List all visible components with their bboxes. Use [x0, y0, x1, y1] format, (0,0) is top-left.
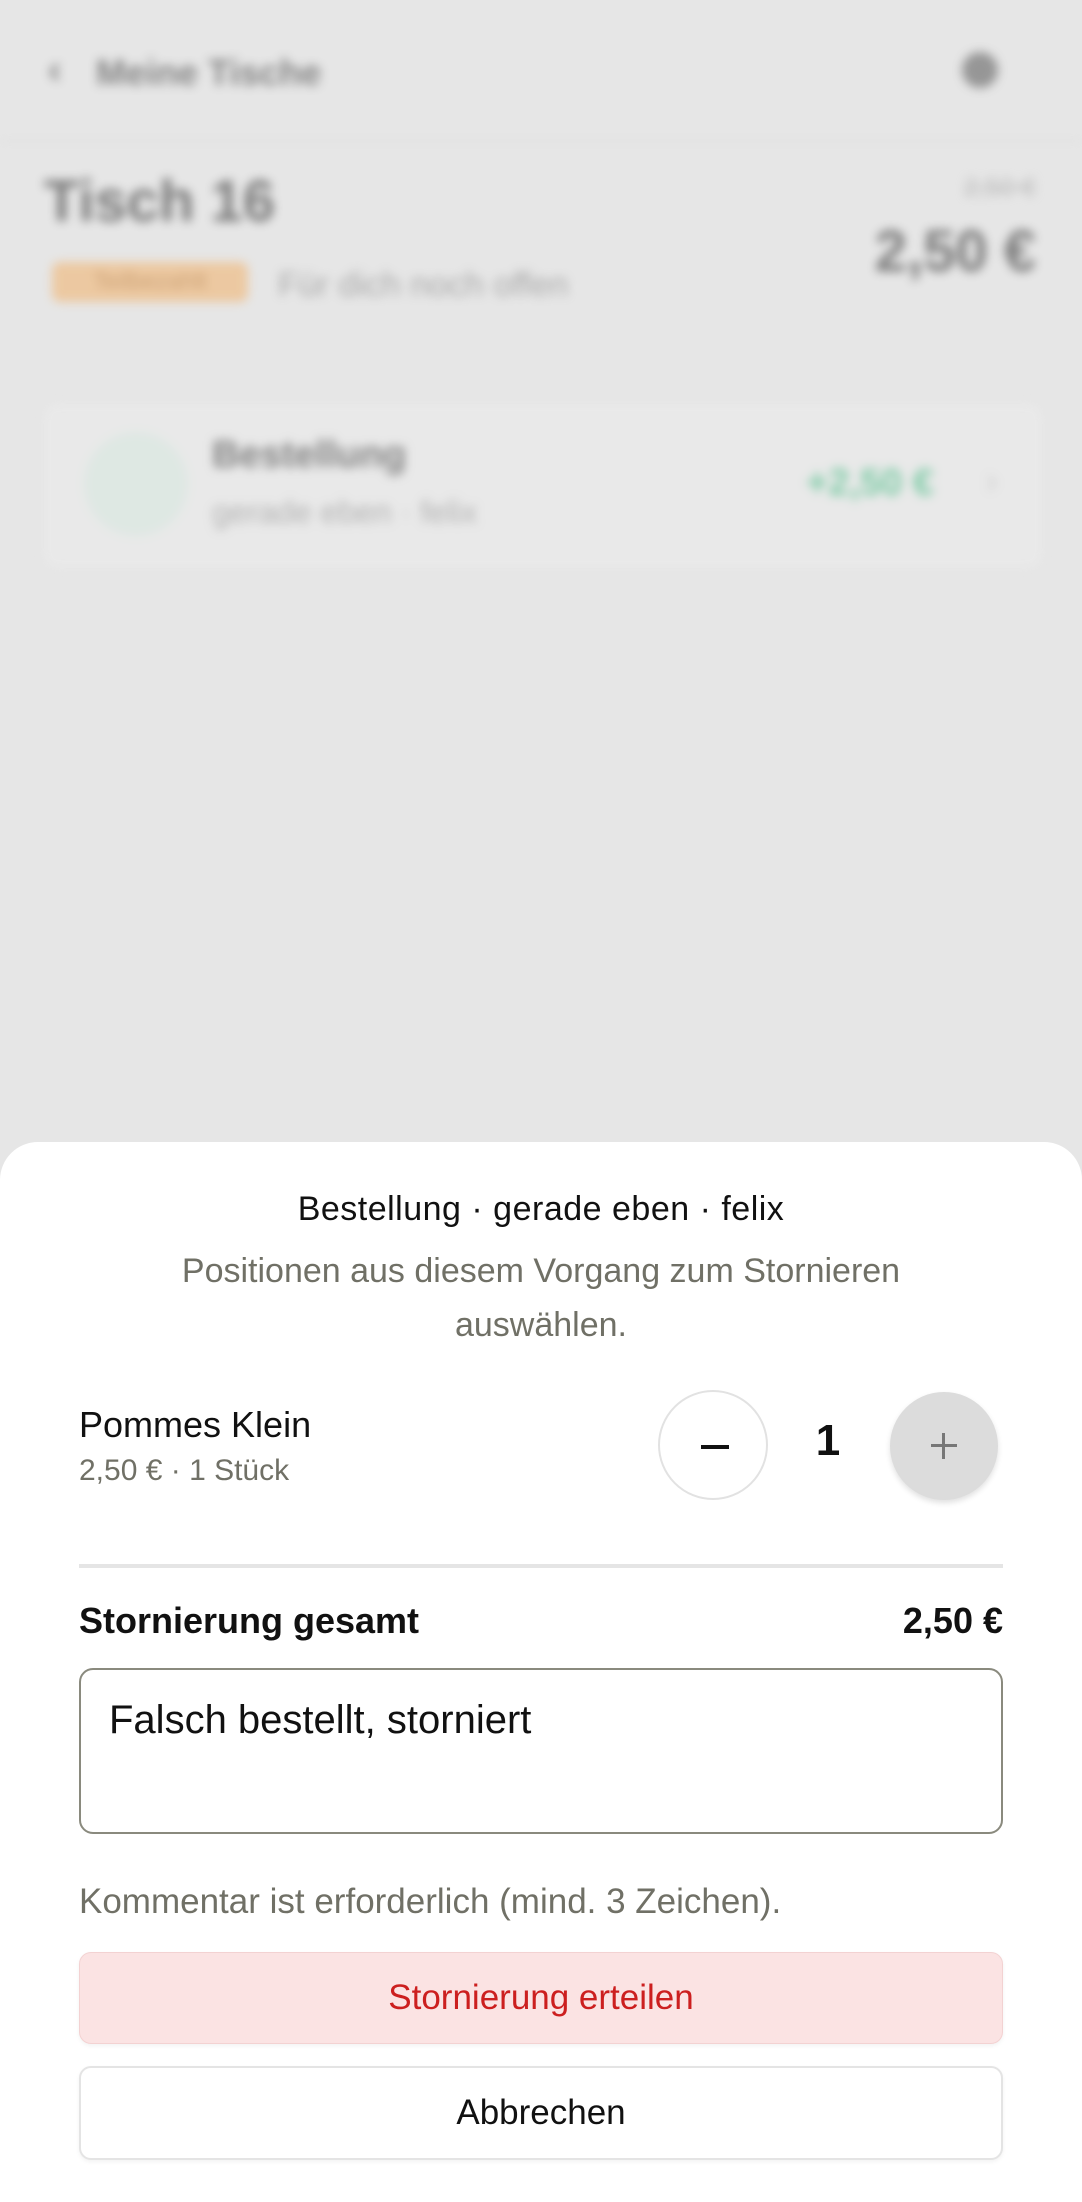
transaction-title: Bestellung: [212, 434, 407, 476]
cancel-button[interactable]: Abbrechen: [79, 2066, 1003, 2160]
app-header: ‹ Meine Tische: [0, 0, 1082, 142]
comment-hint: Kommentar ist erforderlich (mind. 3 Zeic…: [79, 1882, 782, 1921]
confirm-cancellation-button[interactable]: Stornierung erteilen: [79, 1952, 1003, 2044]
item-name: Pommes Klein: [79, 1404, 312, 1445]
back-link[interactable]: Meine Tische: [96, 52, 321, 94]
open-price: 2,50 €: [874, 219, 1036, 284]
total-value: 2,50 €: [902, 1600, 1003, 1641]
divider: [79, 1564, 1003, 1568]
background-page: ‹ Meine Tische Tisch 16 Teilbezahlt Für …: [0, 0, 1082, 1200]
item-meta: 2,50 € · 1 Stück: [79, 1454, 290, 1487]
chevron-right-icon: ›: [985, 460, 998, 502]
cancellation-sheet: Bestellung · gerade eben · felix Positio…: [0, 1142, 1082, 2202]
user-icon[interactable]: [962, 52, 998, 88]
status-badge: Teilbezahlt: [52, 262, 248, 302]
transaction-subtitle: gerade eben · felix: [212, 494, 478, 530]
quantity-value: 1: [815, 1416, 841, 1465]
total-label: Stornierung gesamt: [79, 1600, 420, 1641]
status-note: Für dich noch offen: [278, 266, 569, 304]
decrease-quantity-button[interactable]: [658, 1390, 768, 1500]
minus-icon: [701, 1445, 729, 1449]
old-price: 2,50 €: [963, 172, 1036, 202]
plus-icon-vertical: [942, 1433, 945, 1459]
table-title: Tisch 16: [44, 169, 276, 234]
sheet-subtitle: Positionen aus diesem Vorgang zum Storni…: [181, 1252, 901, 1344]
transaction-icon: [84, 432, 188, 536]
chevron-left-icon[interactable]: ‹: [48, 48, 61, 93]
transaction-card[interactable]: Bestellung gerade eben · felix +2,50 € ›: [40, 400, 1046, 572]
increase-quantity-button[interactable]: [890, 1392, 998, 1500]
comment-field[interactable]: Falsch bestellt, storniert: [79, 1668, 1003, 1834]
sheet-title: Bestellung · gerade eben · felix: [297, 1190, 785, 1228]
transaction-amount: +2,50 €: [806, 462, 934, 504]
